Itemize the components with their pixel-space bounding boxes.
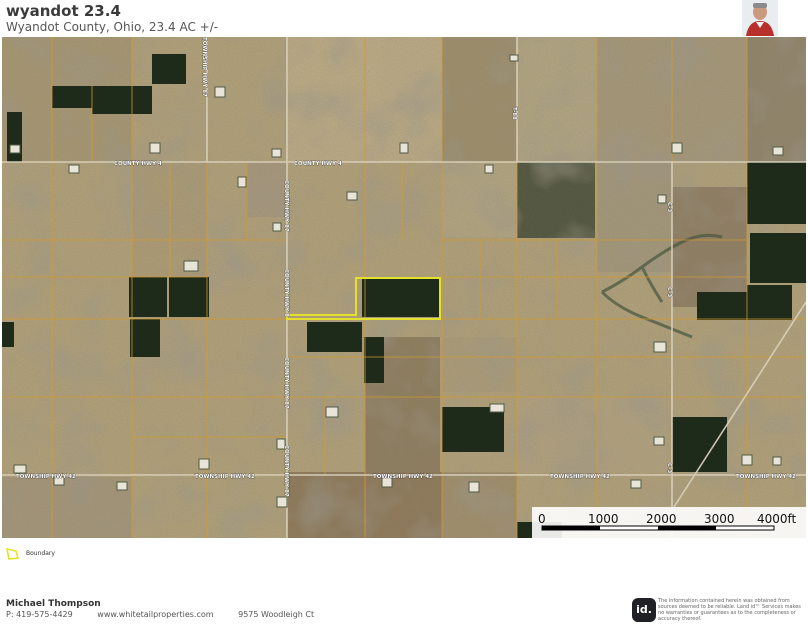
- road-label-county-hwy-87-upper: COUNTY HWY 87: [283, 180, 289, 232]
- road-label-township-hwy-42-east: TOWNSHIP HWY 42: [550, 474, 610, 480]
- agent-address: 9575 Woodleigh Ct: [238, 610, 315, 619]
- road-label-township-hwy-87-top: TOWNSHIP HWY 87: [201, 37, 207, 97]
- road-label-township-hwy-42-center: TOWNSHIP HWY 42: [373, 474, 433, 480]
- road-label-county-hwy-87-lower: COUNTY HWY 87: [283, 357, 289, 409]
- road-label-county-hwy-87-bottom: COUNTY HWY 87: [283, 445, 289, 497]
- road-label-t88: T-88: [511, 107, 517, 120]
- aerial-map[interactable]: COUNTY HWY 4 COUNTY HWY 4 TOWNSHIP HWY 8…: [2, 37, 806, 538]
- scale-tick-3000: 3000: [704, 512, 735, 526]
- scale-bar: 0 1000 2000 3000 4000ft: [532, 507, 806, 538]
- boundary-polygon-icon: [6, 548, 20, 560]
- legend-label-boundary: Boundary: [26, 550, 55, 557]
- disclaimer-text: The information contained herein was obt…: [658, 598, 801, 622]
- scale-tick-4000ft: 4000ft: [757, 512, 797, 526]
- road-label-c3-mid: C-3: [666, 287, 672, 297]
- road-label-county-hwy-8-mid: COUNTY HWY 8: [283, 269, 289, 317]
- road-label-c3-lower: C-3: [666, 463, 672, 473]
- land-id-logo: id.: [632, 598, 656, 622]
- road-label-c3-upper: C-3: [666, 202, 672, 212]
- agent-contact-line: P: 419-575-4429 www.whitetailproperties.…: [6, 610, 336, 619]
- road-label-county-hwy-4-west: COUNTY HWY 4: [114, 161, 162, 167]
- scale-tick-1000: 1000: [588, 512, 619, 526]
- road-label-township-hwy-42-far-west: TOWNSHIP HWY 42: [16, 474, 76, 480]
- scale-tick-0: 0: [538, 512, 546, 526]
- agent-phone: P: 419-575-4429: [6, 610, 73, 619]
- road-label-township-hwy-42-far-east: TOWNSHIP HWY 42: [736, 474, 796, 480]
- agent-name: Michael Thompson: [6, 599, 101, 609]
- agent-avatar: [742, 0, 778, 36]
- agent-website-link[interactable]: www.whitetailproperties.com: [97, 610, 213, 619]
- road-label-county-hwy-4-center: COUNTY HWY 4: [294, 161, 342, 167]
- map-title: wyandot 23.4: [6, 2, 121, 20]
- map-subtitle: Wyandot County, Ohio, 23.4 AC +/-: [6, 20, 219, 34]
- scale-tick-2000: 2000: [646, 512, 677, 526]
- road-label-township-hwy-42-west: TOWNSHIP HWY 42: [195, 474, 255, 480]
